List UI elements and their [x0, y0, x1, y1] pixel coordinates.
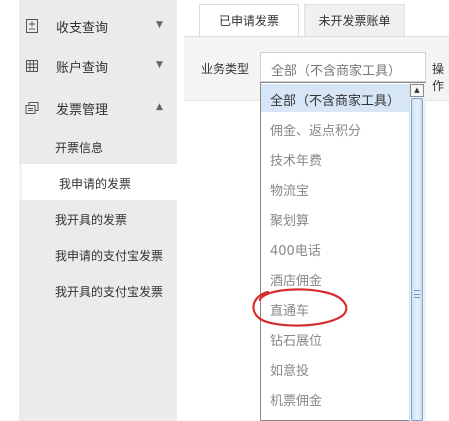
grid-icon	[24, 58, 40, 74]
option-label: 钻石展位	[270, 334, 323, 349]
sidebar-item-label: 我开具的支付宝发票	[55, 285, 164, 299]
business-type-label: 业务类型	[201, 62, 250, 76]
grip-icon	[414, 290, 420, 298]
option-label: 如意投	[270, 364, 310, 379]
sidebar-item-my-issued-invoices[interactable]: 我开具的发票	[19, 200, 177, 236]
tab-uninvoiced-bills[interactable]: 未开发票账单	[304, 4, 405, 36]
sidebar-item-label: 我申请的发票	[59, 177, 132, 191]
dropdown-option[interactable]: 400电话	[261, 234, 409, 262]
option-label: 佣金、返点积分	[270, 124, 362, 139]
sidebar-item-label: 开票信息	[55, 141, 104, 155]
chevron-up-icon: ▲	[156, 102, 163, 112]
select-value: 全部（不含商家工具）	[271, 64, 402, 79]
sidebar-item-my-applied-alipay-invoices[interactable]: 我申请的支付宝发票	[19, 236, 177, 272]
invoice-submenu: 开票信息 我申请的发票 我开具的发票 我申请的支付宝发票 我开具的支付宝发票	[19, 128, 177, 308]
nav-item-account[interactable]: 账户查询 ▼	[19, 46, 177, 86]
dropdown-option[interactable]: 聚划算	[261, 204, 409, 232]
nav-item-label: 发票管理	[56, 103, 109, 118]
option-label: 400电话	[270, 244, 321, 259]
dropdown-option[interactable]: 钻石展位	[261, 324, 409, 352]
nav-item-label: 账户查询	[56, 61, 109, 76]
dropdown-option[interactable]: 机票佣金	[261, 384, 409, 412]
sidebar: 收支查询 ▼ 账户查询 ▼ 发票管理 ▲ 开票信息 我申请的发票 我开具的发票 …	[19, 0, 177, 421]
option-label: 机票佣金	[270, 394, 323, 409]
option-label: 物流宝	[270, 184, 310, 199]
dropdown-option[interactable]: 酒店佣金	[261, 264, 409, 292]
option-label: 直通车	[270, 304, 310, 319]
tab-applied-invoices[interactable]: 已申请发票	[199, 4, 299, 36]
option-label: 酒店佣金	[270, 274, 323, 289]
nav-item-income-expense[interactable]: 收支查询 ▼	[19, 6, 177, 46]
dropdown-option[interactable]: 佣金、返点积分	[261, 114, 409, 142]
sidebar-item-label: 我开具的发票	[55, 213, 128, 227]
business-type-dropdown: 全部（不含商家工具） 佣金、返点积分 技术年费 物流宝 聚划算 400电话 酒店…	[260, 82, 426, 421]
option-label: 技术年费	[270, 154, 323, 169]
option-label: 聚划算	[270, 214, 310, 229]
dropdown-option[interactable]: 全部（不含商家工具）	[261, 84, 409, 112]
invoice-stack-icon	[24, 100, 40, 116]
scrollbar-thumb[interactable]	[411, 98, 423, 421]
business-type-select[interactable]: 全部（不含商家工具）	[260, 52, 426, 82]
dropdown-option[interactable]: 如意投	[261, 354, 409, 382]
nav-item-invoice-management[interactable]: 发票管理 ▲	[19, 88, 177, 128]
nav-item-label: 收支查询	[56, 21, 109, 36]
chevron-down-icon: ▼	[156, 20, 163, 30]
chevron-down-icon: ▼	[156, 60, 163, 70]
dropdown-option[interactable]: 物流宝	[261, 174, 409, 202]
option-label: 全部（不含商家工具）	[270, 94, 401, 109]
operation-label: 操作	[432, 62, 445, 93]
sidebar-item-label: 我申请的支付宝发票	[55, 249, 164, 263]
doc-plus-icon	[24, 18, 40, 34]
dropdown-option-highlighted[interactable]: 直通车	[261, 294, 409, 322]
scroll-up-arrow-icon[interactable]: ▲	[410, 84, 424, 97]
dropdown-option[interactable]: 技术年费	[261, 144, 409, 172]
sidebar-item-my-applied-invoices[interactable]: 我申请的发票	[19, 164, 177, 200]
sidebar-item-my-issued-alipay-invoices[interactable]: 我开具的支付宝发票	[19, 272, 177, 308]
sidebar-item-invoice-info[interactable]: 开票信息	[19, 128, 177, 164]
